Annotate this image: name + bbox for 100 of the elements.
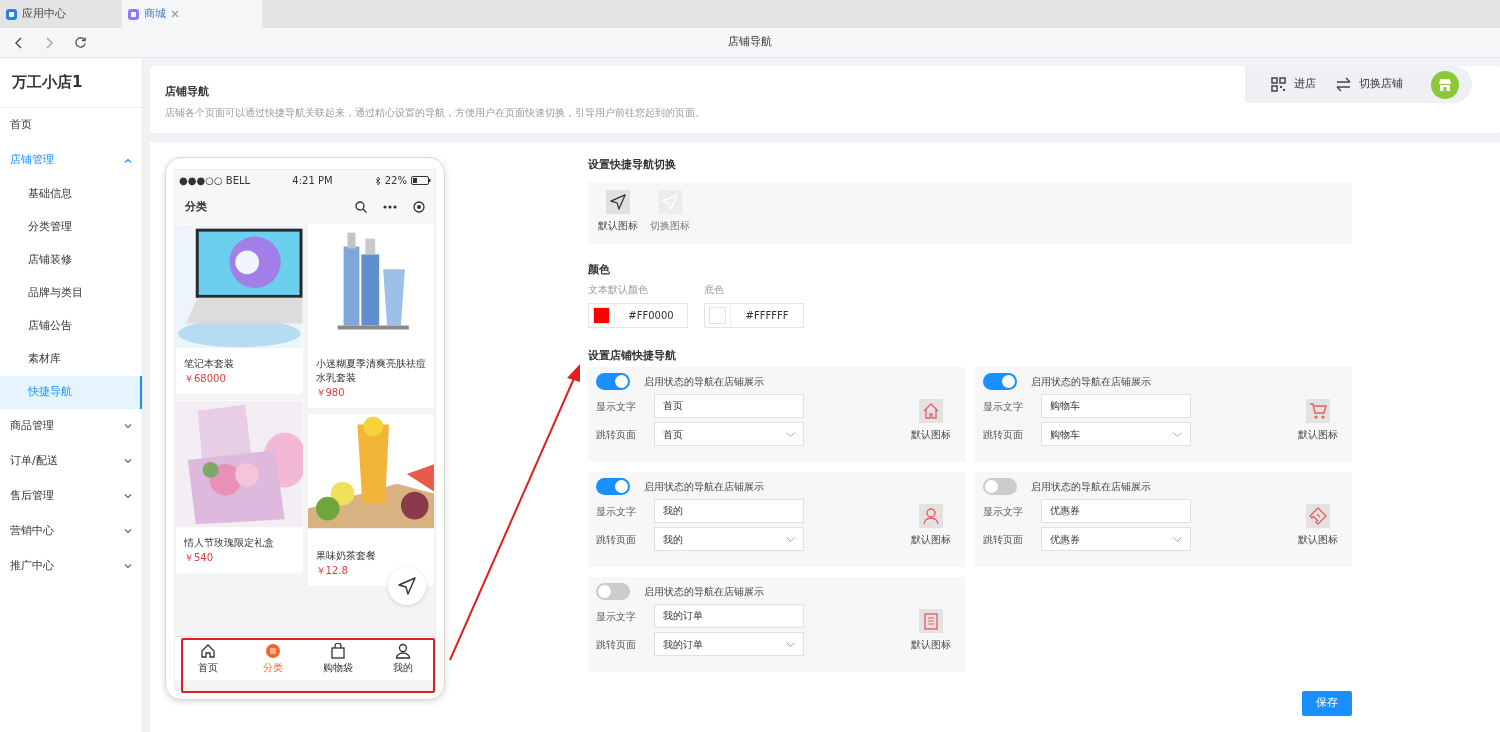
field-label: 显示文字 [596, 504, 637, 519]
header-description: 店铺各个页面可以通过快捷导航关联起来，通过精心设置的导航，方便用户在页面快速切换，引导用户前往您起到的页面。 [165, 105, 705, 120]
page-select[interactable]: 首页 [654, 422, 804, 447]
cart-icon[interactable] [1309, 402, 1327, 421]
text-input[interactable]: 我的 [654, 499, 804, 524]
field-label: 显示文字 [596, 609, 637, 624]
chevron-icon [1173, 431, 1182, 437]
screen-title: 分类 [185, 199, 207, 215]
icon-label: 默认图标 [911, 638, 951, 653]
product-card[interactable]: 小迷糊夏季清爽亮肤祛痘水乳套装 ￥980 [307, 223, 434, 408]
product-price: ￥68000 [183, 371, 227, 386]
sidebar-item[interactable]: 推广中心 [0, 548, 142, 584]
phone-tab[interactable]: 购物袋 [305, 637, 370, 680]
bluetooth-icon [374, 175, 381, 186]
browser-tab[interactable]: 应用中心 [0, 0, 122, 28]
sidebar-subitem[interactable]: 店铺公告 [0, 309, 142, 343]
chevron-icon [124, 528, 132, 534]
icon-label: 默认图标 [911, 428, 951, 443]
sidebar-subitem[interactable]: 店铺装修 [0, 243, 142, 277]
phone-tab[interactable]: 我的 [370, 637, 435, 680]
sidebar-subitem[interactable]: 素材库 [0, 342, 142, 376]
icon-label: 默认图标 [1298, 533, 1338, 548]
text-input[interactable]: 购物车 [1041, 394, 1191, 419]
user-icon [394, 642, 411, 659]
sidebar-item[interactable]: 商品管理 [0, 408, 142, 444]
battery-text: 22% [384, 174, 407, 188]
product-price: ￥12.8 [314, 563, 349, 578]
clipboard-icon[interactable] [922, 612, 940, 631]
product-name: 情人节玫瑰限定礼盒 [183, 535, 275, 550]
toggle-switch[interactable] [596, 478, 630, 496]
product-price: ￥540 [183, 550, 215, 565]
product-name: 果味奶茶套餐 [314, 548, 377, 563]
product-card[interactable]: 果味奶茶套餐 ￥12.8 [307, 413, 434, 586]
browser-tab[interactable]: 商城 [122, 0, 262, 28]
toggle-switch[interactable] [596, 373, 630, 391]
list-icon [264, 642, 281, 659]
section-title: 设置店铺快捷导航 [588, 347, 677, 364]
battery-icon [411, 176, 431, 185]
icon-label: 默认图标 [911, 533, 951, 548]
color-field[interactable]: #FFFFFF [704, 302, 804, 328]
page-select[interactable]: 我的 [654, 527, 804, 552]
ticket-icon[interactable] [1309, 507, 1327, 526]
sidebar-item[interactable]: 营销中心 [0, 513, 142, 549]
section-title: 颜色 [588, 262, 611, 278]
field-label: 底色 [704, 282, 724, 297]
page-title: 店铺导航 [728, 34, 772, 51]
phone-tab[interactable]: 首页 [175, 637, 240, 680]
sidebar-item[interactable]: 首页 [0, 107, 142, 143]
toggle-switch[interactable] [596, 583, 630, 601]
bag-icon [329, 642, 346, 659]
close-icon[interactable] [171, 10, 179, 18]
swap-icon [1336, 77, 1351, 92]
more-icon[interactable] [383, 205, 397, 210]
carrier-text: ●●●○○ BELL [179, 174, 251, 188]
page-select[interactable]: 优惠券 [1041, 527, 1191, 552]
field-label: 显示文字 [983, 399, 1024, 414]
chevron-icon [124, 423, 132, 429]
color-field[interactable]: #FF0000 [588, 302, 688, 328]
chevron-icon [786, 536, 795, 542]
toggle-switch[interactable] [983, 373, 1017, 391]
field-label: 文本默认颜色 [588, 282, 648, 297]
field-label: 跳转页面 [596, 427, 637, 442]
forward-icon[interactable] [44, 36, 54, 49]
reload-icon[interactable] [74, 36, 87, 49]
sidebar-item[interactable]: 订单/配送 [0, 443, 142, 479]
chevron-icon [786, 431, 795, 437]
icon-option[interactable]: 切换图标 [650, 190, 690, 237]
icon-label: 默认图标 [1298, 428, 1338, 443]
text-input[interactable]: 优惠券 [1041, 499, 1191, 524]
switch-shop-button[interactable]: 切换店铺 [1330, 76, 1409, 93]
sidebar-subitem[interactable]: 分类管理 [0, 210, 142, 244]
product-price: ￥980 [314, 385, 346, 400]
target-icon[interactable] [413, 201, 425, 214]
home-icon[interactable] [922, 402, 940, 421]
field-label: 跳转页面 [596, 532, 637, 547]
store-icon [1438, 77, 1452, 92]
toggle-switch[interactable] [983, 478, 1017, 496]
chevron-icon [124, 493, 132, 499]
sidebar-subitem[interactable]: 基础信息 [0, 177, 142, 211]
product-name: 小迷糊夏季清爽亮肤祛痘水乳套装 [314, 356, 427, 385]
toggle-label: 启用状态的导航在店铺展示 [1031, 375, 1151, 390]
app-icon [6, 8, 17, 20]
sidebar-item[interactable]: 售后管理 [0, 478, 142, 514]
enter-shop-button[interactable]: 进店 [1265, 76, 1322, 93]
sidebar-subitem[interactable]: 品牌与类目 [0, 276, 142, 310]
back-icon[interactable] [14, 36, 24, 49]
product-card[interactable]: 情人节玫瑰限定礼盒 ￥540 [176, 399, 303, 573]
shop-avatar[interactable] [1431, 70, 1459, 99]
section-title: 设置快捷导航切换 [588, 157, 677, 173]
user-icon[interactable] [922, 507, 940, 526]
icon-option[interactable]: 默认图标 [598, 190, 638, 237]
navigation-icon [398, 577, 416, 595]
product-card[interactable]: 笔记本套装 ￥68000 [176, 223, 303, 394]
text-input[interactable]: 首页 [654, 394, 804, 419]
app-icon [128, 8, 139, 20]
toggle-label: 启用状态的导航在店铺展示 [644, 585, 764, 600]
page-select[interactable]: 购物车 [1041, 422, 1191, 447]
text-input[interactable]: 我的订单 [654, 604, 804, 629]
page-select[interactable]: 我的订单 [654, 632, 804, 657]
search-icon[interactable] [355, 201, 367, 214]
